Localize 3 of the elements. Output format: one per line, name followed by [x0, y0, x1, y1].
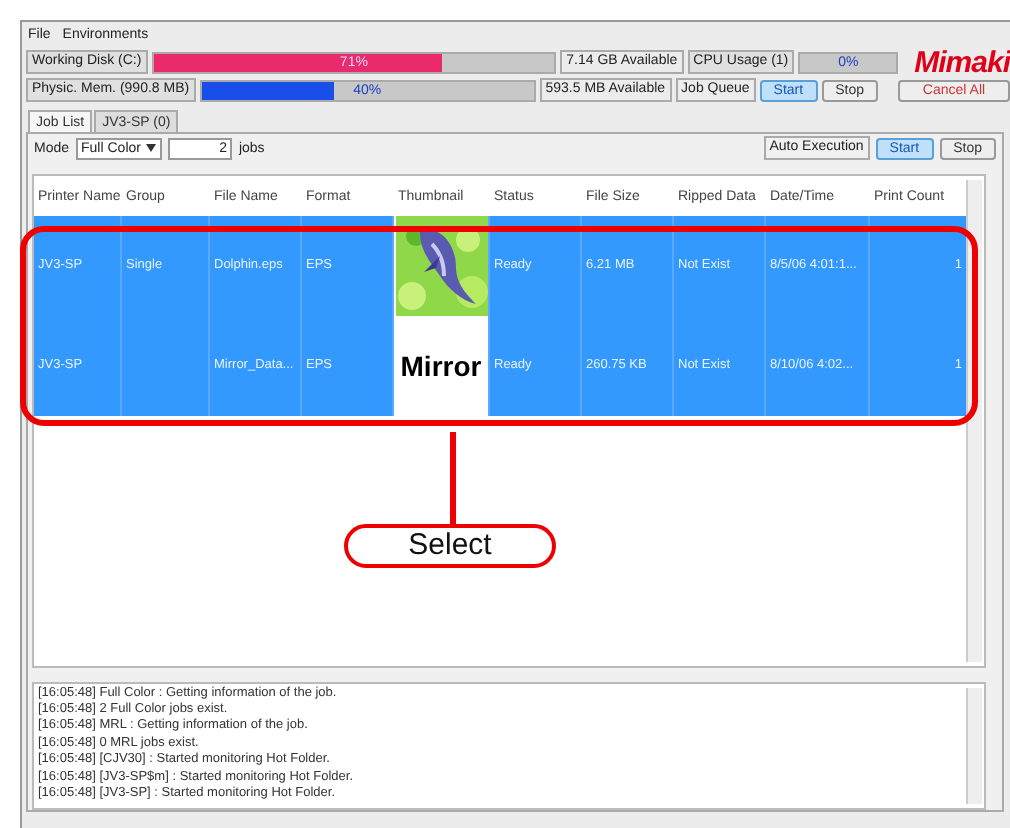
logo: Mimaki: [914, 45, 1010, 79]
callout-label: Select: [344, 524, 556, 568]
thumbnail-text: Mirror: [400, 349, 482, 382]
